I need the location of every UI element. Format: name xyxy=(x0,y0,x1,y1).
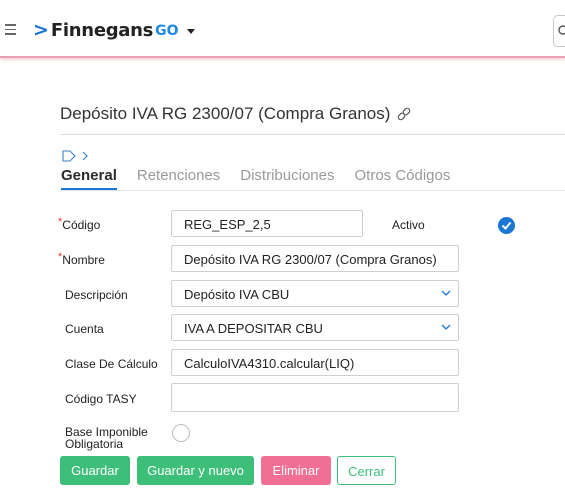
tab-general[interactable]: General xyxy=(61,167,117,190)
tabs-divider xyxy=(60,190,565,191)
chevron-right-icon xyxy=(82,151,88,161)
activo-label: Activo xyxy=(392,218,425,232)
codigo-tasy-input[interactable] xyxy=(171,383,459,412)
base-imponible-label: Base Imponible Obligatoria xyxy=(65,426,148,450)
clase-calculo-label: Clase De Cálculo xyxy=(65,357,158,371)
title-divider xyxy=(60,134,565,135)
tab-retenciones[interactable]: Retenciones xyxy=(137,167,220,190)
activo-checkbox[interactable] xyxy=(498,217,515,234)
chevron-down-icon[interactable] xyxy=(186,29,195,34)
page-title: Depósito IVA RG 2300/07 (Compra Granos) xyxy=(60,104,391,123)
close-button[interactable]: Cerrar xyxy=(337,456,396,485)
logo-suffix: GO xyxy=(155,23,179,39)
codigo-label-row: *Código xyxy=(58,216,101,232)
base-imponible-toggle[interactable] xyxy=(172,424,190,442)
top-bar: > Finnegans GO xyxy=(0,0,565,58)
cuenta-select[interactable]: IVA A DEPOSITAR CBU xyxy=(171,314,459,341)
cuenta-label: Cuenta xyxy=(65,322,104,336)
chevron-down-icon xyxy=(441,290,451,296)
menu-icon[interactable] xyxy=(5,24,16,38)
tag-icon xyxy=(62,150,76,162)
tab-bar: General Retenciones Distribuciones Otros… xyxy=(61,167,470,190)
save-button[interactable]: Guardar xyxy=(60,456,130,485)
tab-distribuciones[interactable]: Distribuciones xyxy=(240,167,334,190)
base-imponible-label-line2: Obligatoria xyxy=(65,437,124,451)
descripcion-value: Depósito IVA CBU xyxy=(184,287,290,302)
link-icon[interactable] xyxy=(396,106,412,122)
required-asterisk: * xyxy=(58,251,63,263)
chevron-down-icon xyxy=(441,324,451,330)
descripcion-label: Descripción xyxy=(65,288,128,302)
search-icon xyxy=(558,25,565,35)
nombre-label: Nombre xyxy=(62,253,105,267)
page-title-row: Depósito IVA RG 2300/07 (Compra Granos) xyxy=(60,104,412,124)
required-asterisk: * xyxy=(58,216,63,228)
cuenta-value: IVA A DEPOSITAR CBU xyxy=(184,321,323,336)
logo-text: Finnegans xyxy=(50,19,154,41)
tab-otros-codigos[interactable]: Otros Códigos xyxy=(354,167,450,190)
codigo-label: Código xyxy=(62,218,101,232)
check-icon xyxy=(501,221,512,230)
descripcion-select[interactable]: Depósito IVA CBU xyxy=(171,280,459,307)
nombre-input[interactable]: Depósito IVA RG 2300/07 (Compra Granos) xyxy=(171,245,459,272)
delete-button[interactable]: Eliminar xyxy=(261,456,331,485)
nombre-label-row: *Nombre xyxy=(58,251,105,267)
search-button[interactable] xyxy=(553,15,565,47)
app-logo[interactable]: > Finnegans GO xyxy=(33,19,195,41)
clase-calculo-input[interactable]: CalculoIVA4310.calcular(LIQ) xyxy=(171,349,459,376)
save-and-new-button[interactable]: Guardar y nuevo xyxy=(137,456,254,485)
codigo-input[interactable]: REG_ESP_2,5 xyxy=(171,210,363,237)
tag-row[interactable] xyxy=(62,150,90,162)
codigo-tasy-label: Código TASY xyxy=(65,392,137,406)
logo-chevron-icon: > xyxy=(33,19,49,41)
